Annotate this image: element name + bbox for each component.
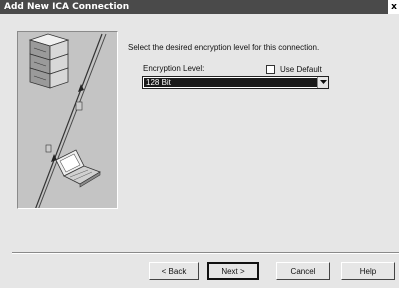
server-network-laptop-illustration-icon [28,33,107,208]
help-button[interactable]: Help [341,262,395,280]
encryption-level-label: Encryption Level: [143,64,205,73]
server-stack-icon [28,33,70,89]
encryption-level-value: 128 Bit [144,78,318,87]
use-default-label: Use Default [280,64,322,74]
footer-separator [12,252,399,254]
dropdown-button[interactable] [317,77,328,88]
title-bar[interactable]: Add New ICA Connection x [0,0,400,14]
next-button[interactable]: Next > [207,262,259,280]
close-button[interactable]: x [388,0,400,14]
instruction-text: Select the desired encryption level for … [128,43,320,52]
back-button[interactable]: < Back [149,262,199,280]
wizard-illustration [17,31,118,209]
use-default-checkbox[interactable]: Use Default [266,63,322,75]
cancel-button[interactable]: Cancel [276,262,330,280]
encryption-level-select[interactable]: 128 Bit [142,76,329,89]
laptop-icon [55,149,101,188]
chevron-down-icon [319,80,327,84]
use-default-checkbox-box[interactable] [266,64,275,74]
add-ica-connection-dialog: Add New ICA Connection x Select the desi… [0,0,400,288]
window-title: Add New ICA Connection [4,2,130,12]
